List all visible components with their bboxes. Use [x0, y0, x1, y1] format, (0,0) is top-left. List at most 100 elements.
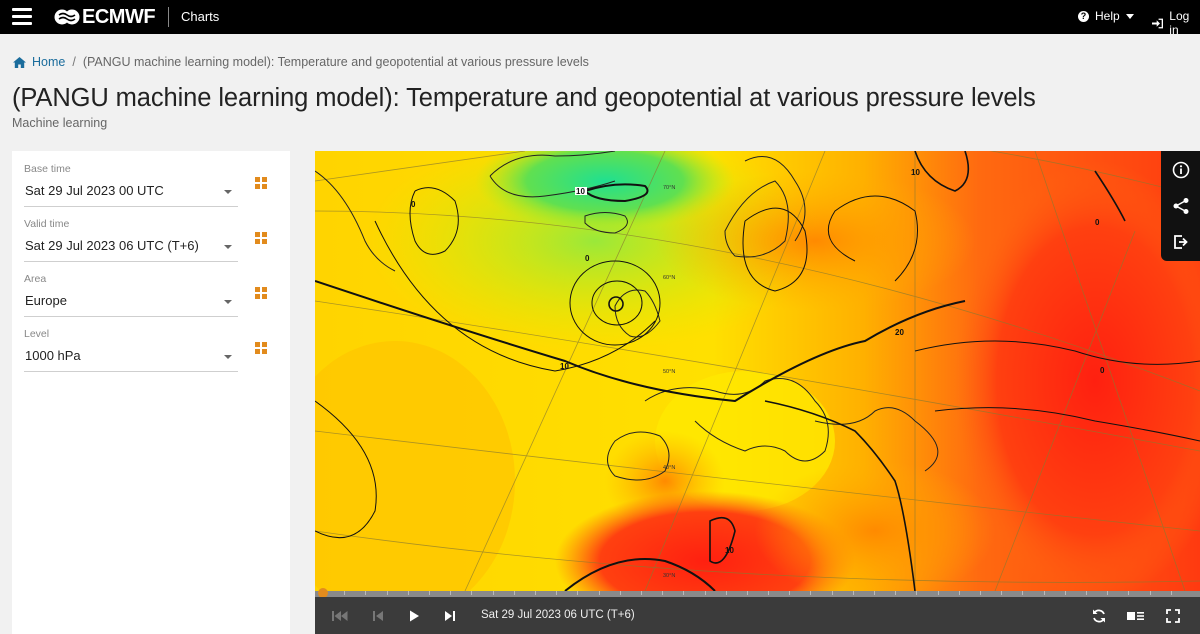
level-grid-button[interactable]	[255, 342, 268, 355]
top-navbar: ECMWF Charts ? Help Log in	[0, 0, 1200, 37]
player-controls: Sat 29 Jul 2023 06 UTC (T+6)	[315, 597, 1200, 634]
timeline-tick	[959, 591, 960, 595]
map-side-toolbar	[1161, 151, 1200, 261]
timeline-tick	[1001, 591, 1002, 595]
breadcrumb: Home / (PANGU machine learning model): T…	[13, 55, 589, 69]
timeline-tick	[768, 591, 769, 595]
help-label: Help	[1095, 9, 1120, 23]
filter-panel: Base time Sat 29 Jul 2023 00 UTC Valid t…	[12, 151, 290, 634]
valid-time-select[interactable]: Sat 29 Jul 2023 06 UTC (T+6)	[24, 236, 238, 262]
grid-icon	[255, 232, 260, 237]
contour-label: 10	[576, 187, 585, 196]
timeline-tick	[747, 591, 748, 595]
base-time-value: Sat 29 Jul 2023 00 UTC	[25, 183, 164, 198]
weather-map[interactable]: 10 0 0 10 10 20 0 0 10 70°N 60°N 50°N 40…	[315, 151, 1200, 591]
contour-label: 0	[411, 200, 416, 209]
grid-icon	[255, 287, 260, 292]
grid-icon	[255, 177, 260, 182]
grid-icon-cell	[262, 232, 267, 237]
area-grid-button[interactable]	[255, 287, 268, 300]
latitude-label: 40°N	[663, 465, 675, 471]
breadcrumb-current: (PANGU machine learning model): Temperat…	[82, 55, 589, 69]
grid-icon	[255, 342, 260, 347]
hamburger-icon-bar	[12, 22, 32, 25]
latitude-label: 50°N	[663, 369, 675, 375]
login-link[interactable]: Log in	[1152, 9, 1200, 37]
grid-icon-cell	[262, 184, 267, 189]
grid-icon-cell	[262, 294, 267, 299]
timeline-tick	[620, 591, 621, 595]
ecmwf-logo[interactable]: ECMWF	[54, 6, 156, 28]
current-time-label: Sat 29 Jul 2023 06 UTC (T+6)	[481, 609, 635, 621]
contour-label: 10	[911, 168, 920, 177]
sync-icon	[1093, 609, 1105, 623]
login-label: Log in	[1169, 9, 1190, 37]
step-forward-icon	[445, 611, 455, 621]
grid-icon-cell	[255, 239, 260, 244]
legend-button[interactable]	[1125, 606, 1147, 626]
timeline-tick	[916, 591, 917, 595]
warm-area	[655, 171, 975, 311]
share-icon	[1173, 198, 1188, 214]
dropdown-arrow-icon	[224, 245, 232, 249]
first-frame-button[interactable]	[329, 606, 351, 626]
step-backward-icon	[373, 611, 383, 621]
contour-label: 0	[585, 254, 590, 263]
latitude-label: 70°N	[663, 185, 675, 191]
next-frame-button[interactable]	[439, 606, 461, 626]
timeline-tick	[789, 591, 790, 595]
timeline-tick	[853, 591, 854, 595]
timeline-tick	[577, 591, 578, 595]
grid-icon-cell	[262, 177, 267, 182]
share-button[interactable]	[1161, 191, 1200, 221]
timeline-tick	[471, 591, 472, 595]
timeline-tick	[556, 591, 557, 595]
breadcrumb-home-label: Home	[32, 55, 66, 69]
base-time-grid-button[interactable]	[255, 177, 268, 190]
info-button[interactable]	[1161, 155, 1200, 185]
fullscreen-button[interactable]	[1162, 606, 1184, 626]
play-icon	[410, 610, 419, 622]
valid-time-label: Valid time	[24, 218, 70, 230]
play-button[interactable]	[403, 606, 425, 626]
timeline-tick	[1044, 591, 1045, 595]
breadcrumb-separator: /	[72, 55, 76, 69]
contour-label: 10	[725, 546, 734, 555]
nav-charts-link[interactable]: Charts	[181, 9, 219, 24]
timeline-tick	[895, 591, 896, 595]
map-viewer: 10 0 0 10 10 20 0 0 10 70°N 60°N 50°N 40…	[315, 151, 1200, 634]
timeline-tick	[1171, 591, 1172, 595]
base-time-select[interactable]: Sat 29 Jul 2023 00 UTC	[24, 181, 238, 207]
grid-icon-cell	[255, 294, 260, 299]
area-label: Area	[24, 273, 47, 285]
hamburger-menu-button[interactable]	[12, 8, 32, 26]
timeline-tick	[1128, 591, 1129, 595]
timeline-tick	[344, 591, 345, 595]
hamburger-icon-bar	[12, 15, 32, 18]
timeline-tick	[1022, 591, 1023, 595]
breadcrumb-home-link[interactable]: Home	[13, 55, 65, 69]
base-time-field: Base time Sat 29 Jul 2023 00 UTC	[24, 163, 238, 207]
level-field: Level 1000 hPa	[24, 328, 238, 372]
export-button[interactable]	[1161, 227, 1200, 257]
previous-frame-button[interactable]	[367, 606, 389, 626]
valid-time-grid-button[interactable]	[255, 232, 268, 245]
timeline-tick	[683, 591, 684, 595]
hamburger-icon	[12, 8, 32, 11]
help-dropdown[interactable]: ? Help	[1078, 9, 1134, 23]
timeline-tick	[1065, 591, 1066, 595]
info-icon	[1172, 161, 1189, 179]
timeline-tick	[980, 591, 981, 595]
valid-time-value: Sat 29 Jul 2023 06 UTC (T+6)	[25, 238, 199, 253]
legend-icon	[1127, 612, 1144, 620]
skip-to-start-icon	[332, 611, 348, 621]
timeline-tick	[1107, 591, 1108, 595]
area-select[interactable]: Europe	[24, 291, 238, 317]
timeline-tick	[705, 591, 706, 595]
loop-button[interactable]	[1088, 606, 1110, 626]
export-icon	[1173, 235, 1188, 249]
latitude-label: 60°N	[663, 275, 675, 281]
level-select[interactable]: 1000 hPa	[24, 346, 238, 372]
timeline-tick	[599, 591, 600, 595]
timeline-tick	[1086, 591, 1087, 595]
